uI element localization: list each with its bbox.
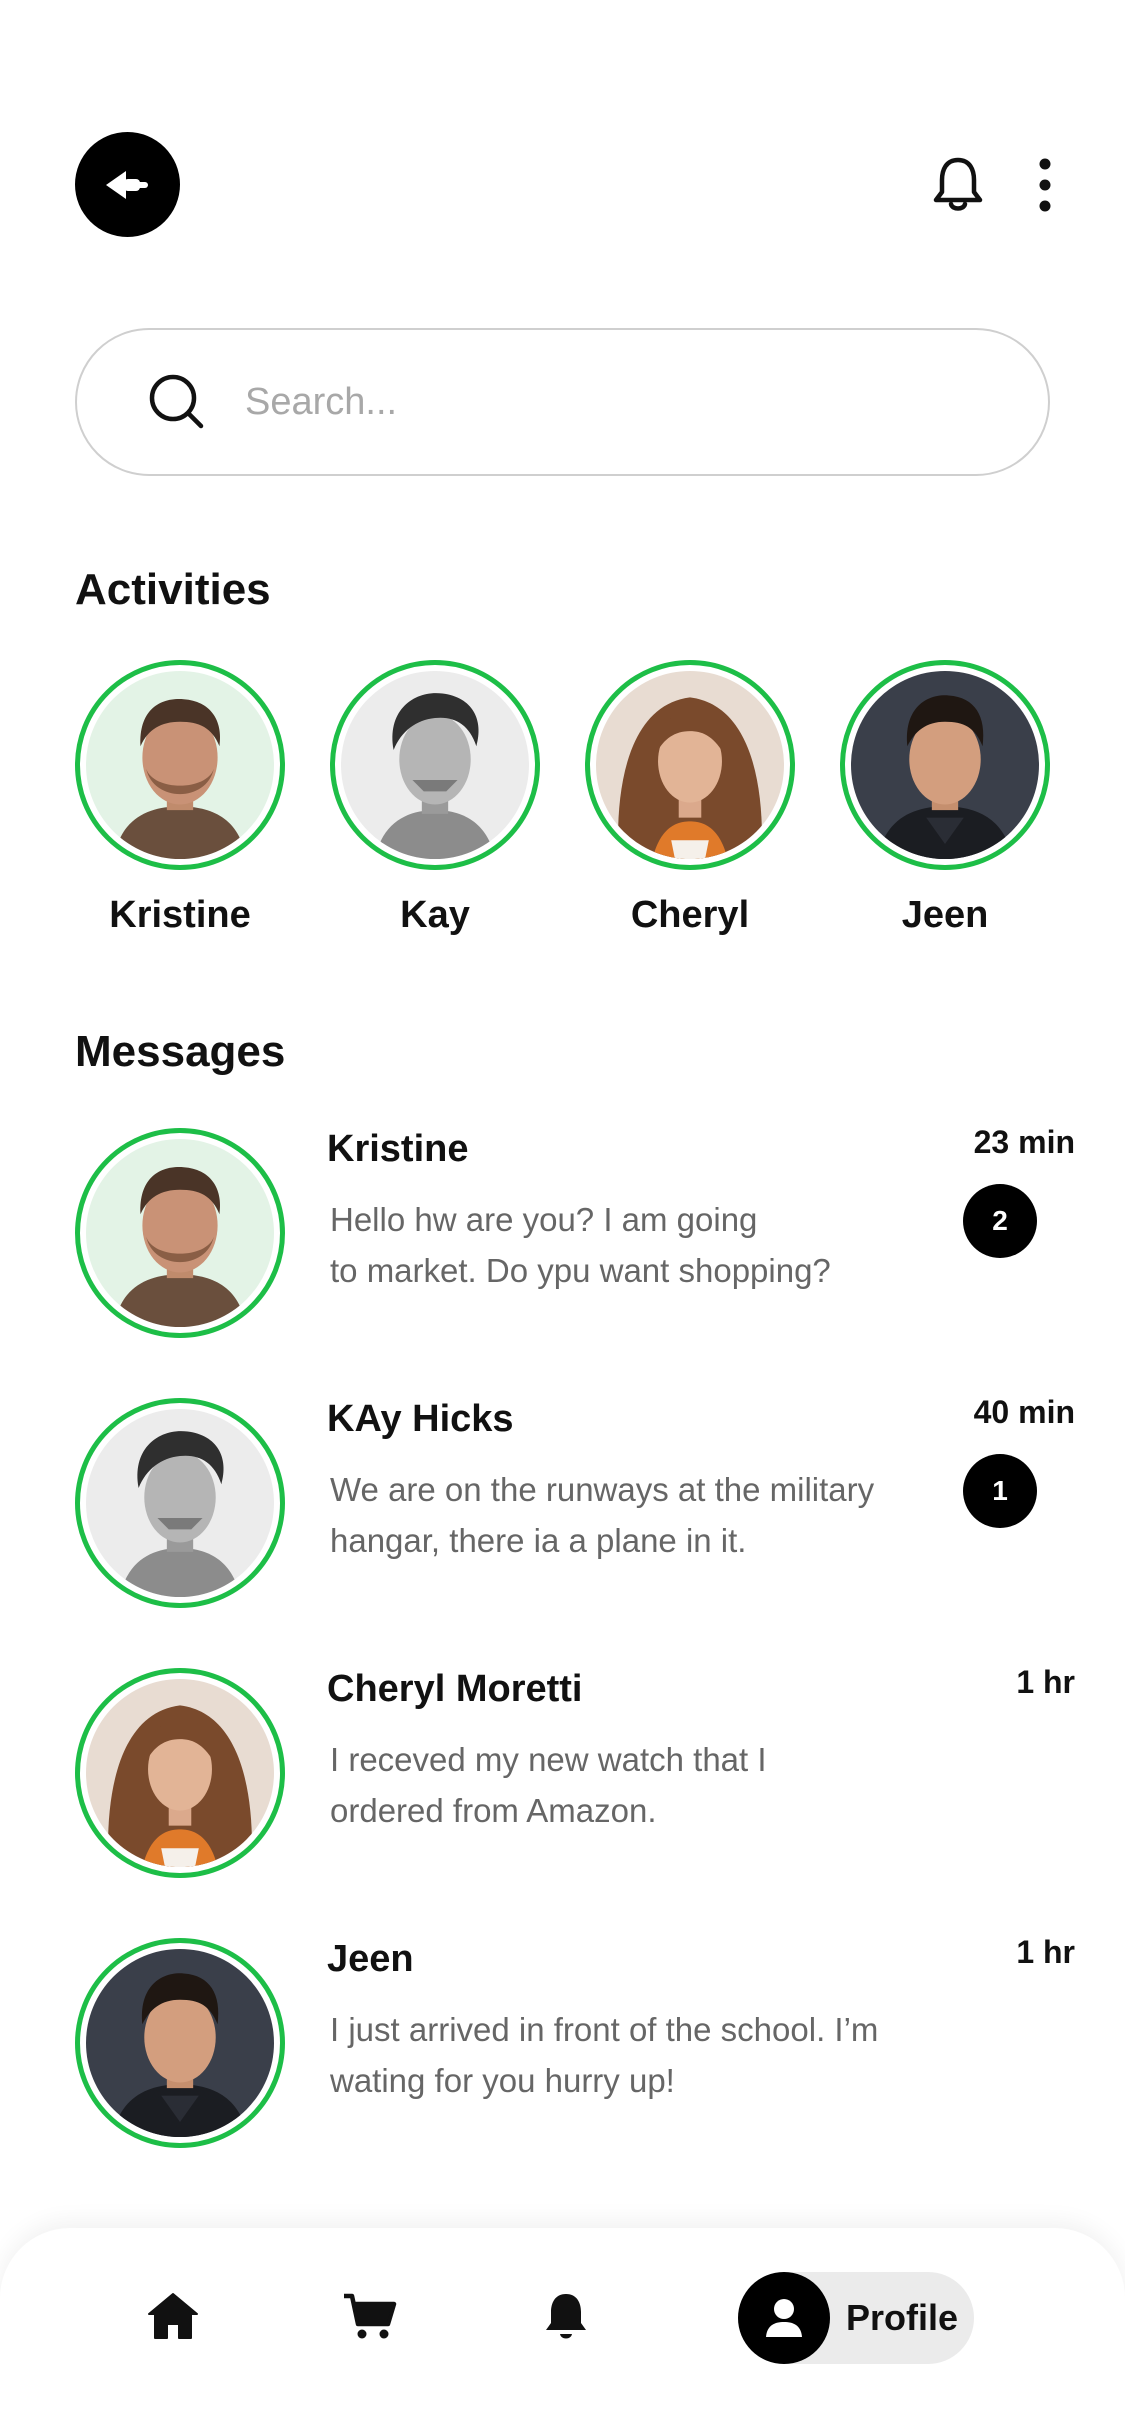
message-item[interactable]: Cheryl Moretti 1 hr I receved my new wat… bbox=[75, 1664, 1075, 1883]
avatar[interactable] bbox=[75, 1128, 285, 1338]
avatar-image bbox=[851, 671, 1039, 859]
activity-item[interactable]: Jeen bbox=[840, 660, 1050, 937]
message-sender: Kristine bbox=[327, 1128, 469, 1170]
unread-badge: 1 bbox=[963, 1454, 1037, 1528]
message-time: 1 hr bbox=[1016, 1934, 1075, 1970]
home-icon bbox=[148, 2293, 198, 2339]
message-preview: We are on the runways at the military ha… bbox=[330, 1471, 875, 1559]
message-time: 23 min bbox=[973, 1124, 1075, 1160]
message-time: 40 min bbox=[973, 1394, 1075, 1430]
more-vertical-icon bbox=[1039, 158, 1051, 212]
more-options-button[interactable] bbox=[1030, 155, 1060, 215]
activity-name: Kristine bbox=[109, 894, 251, 936]
message-preview: I just arrived in front of the school. I… bbox=[330, 2011, 879, 2099]
avatar-image bbox=[86, 1409, 274, 1597]
bell-icon bbox=[933, 157, 983, 211]
activity-item[interactable]: Cheryl bbox=[585, 660, 795, 937]
avatar-image bbox=[596, 671, 784, 859]
avatar-image bbox=[86, 671, 274, 859]
chat-screen: Activities Kristine bbox=[0, 0, 1125, 2436]
search-icon bbox=[149, 374, 204, 429]
message-preview: Hello hw are you? I am going to market. … bbox=[330, 1201, 831, 1289]
avatar[interactable] bbox=[840, 660, 1050, 870]
back-arrow-icon bbox=[105, 170, 148, 199]
unread-badge: 2 bbox=[963, 1184, 1037, 1258]
message-item[interactable]: Kristine 23 min Hello hw are you? I am g… bbox=[75, 1124, 1075, 1343]
nav-notifications-button[interactable] bbox=[538, 2288, 594, 2344]
activities-list: Kristine Kay Cheryl Jeen bbox=[75, 660, 1050, 950]
activity-item[interactable]: Kay bbox=[330, 660, 540, 937]
profile-avatar bbox=[738, 2272, 830, 2364]
notifications-button[interactable] bbox=[930, 154, 986, 214]
avatar[interactable] bbox=[585, 660, 795, 870]
activity-name: Cheryl bbox=[630, 894, 750, 936]
back-button[interactable] bbox=[75, 132, 180, 237]
activity-item[interactable]: Kristine bbox=[75, 660, 285, 937]
bottom-navigation: Profile bbox=[0, 2228, 1125, 2436]
message-sender: Jeen bbox=[327, 1938, 414, 1980]
avatar-image bbox=[86, 1679, 274, 1867]
avatar-image bbox=[341, 671, 529, 859]
nav-cart-button[interactable] bbox=[342, 2288, 398, 2344]
nav-home-button[interactable] bbox=[145, 2288, 201, 2344]
message-sender: Cheryl Moretti bbox=[327, 1668, 583, 1710]
search-bar[interactable] bbox=[75, 328, 1050, 476]
avatar[interactable] bbox=[75, 1668, 285, 1878]
cart-icon bbox=[344, 2293, 397, 2339]
message-item[interactable]: Jeen 1 hr I just arrived in front of the… bbox=[75, 1934, 1075, 2153]
profile-label: Profile bbox=[846, 2297, 959, 2338]
messages-title: Messages bbox=[75, 1027, 286, 1076]
activity-name: Kay bbox=[400, 894, 470, 936]
avatar[interactable] bbox=[330, 660, 540, 870]
message-time: 1 hr bbox=[1016, 1664, 1075, 1700]
avatar[interactable] bbox=[75, 660, 285, 870]
bell-icon bbox=[546, 2294, 586, 2339]
nav-profile-button[interactable]: Profile bbox=[738, 2272, 974, 2364]
activity-name: Jeen bbox=[901, 894, 989, 936]
avatar[interactable] bbox=[75, 1938, 285, 2148]
activities-title: Activities bbox=[75, 565, 271, 614]
message-preview: I receved my new watch that I ordered fr… bbox=[330, 1741, 767, 1829]
message-sender: KAy Hicks bbox=[327, 1398, 514, 1440]
search-input[interactable] bbox=[245, 380, 1005, 424]
avatar[interactable] bbox=[75, 1398, 285, 1608]
avatar-image bbox=[86, 1949, 274, 2137]
message-item[interactable]: KAy Hicks 40 min We are on the runways a… bbox=[75, 1394, 1075, 1613]
user-icon bbox=[766, 2299, 802, 2337]
avatar-image bbox=[86, 1139, 274, 1327]
